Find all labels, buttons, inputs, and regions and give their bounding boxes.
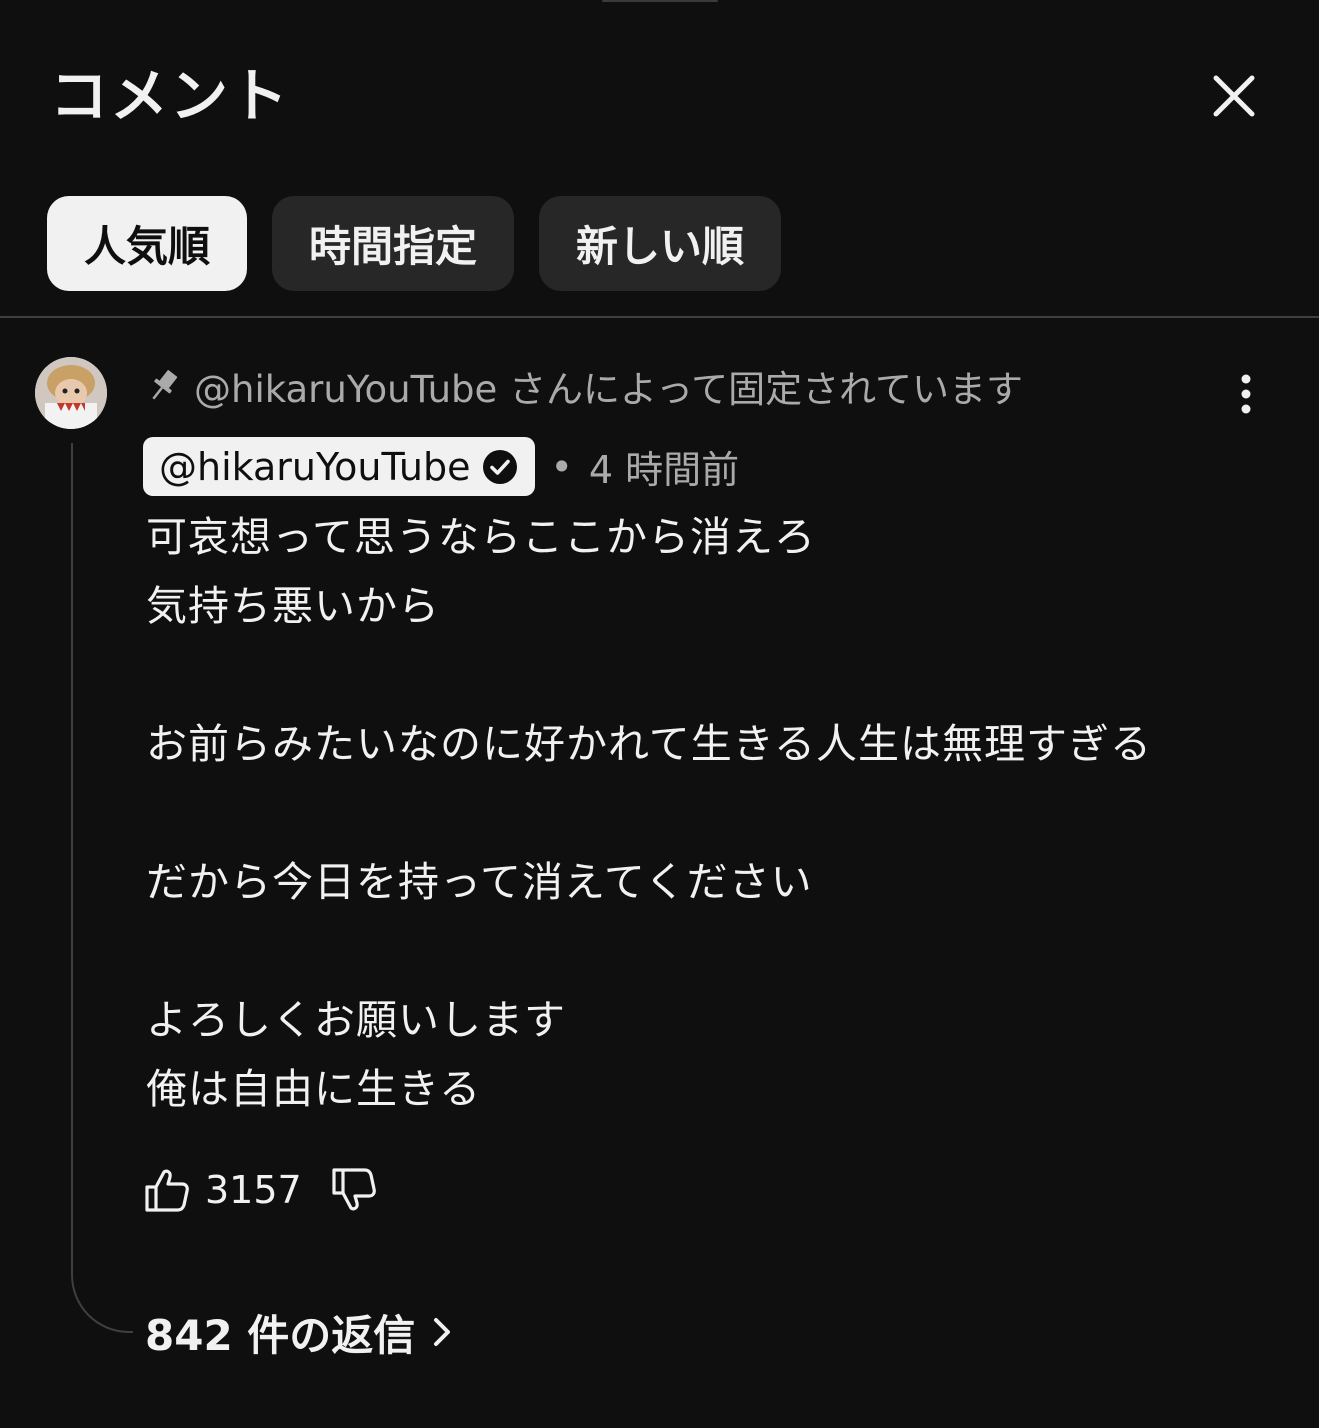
comment-line: 気持ち悪いから — [146, 582, 440, 630]
verified-check-icon — [482, 449, 517, 484]
view-replies-button[interactable]: 842 件の返信 — [145, 1302, 457, 1362]
author-name: @hikaruYouTube — [159, 444, 471, 489]
close-button[interactable] — [1204, 66, 1264, 126]
comment-actions: 3157 — [143, 1160, 378, 1220]
pinned-indicator: @hikaruYouTube さんによって固定されています — [146, 360, 1023, 412]
comment-line: お前らみたいなのに好かれて生きる人生は無理すぎる — [146, 720, 1152, 768]
pinned-label: @hikaruYouTube さんによって固定されています — [194, 368, 1023, 411]
close-icon — [1213, 75, 1255, 117]
comment-line: よろしくお願いします — [146, 996, 566, 1044]
comment-line: 可哀想って思うならここから消えろ — [146, 513, 816, 561]
comment-line: 俺は自由に生きる — [146, 1065, 482, 1113]
avatar[interactable] — [35, 357, 107, 429]
thumbs-up-icon — [145, 1169, 189, 1212]
sort-chip-timed[interactable]: 時間指定 — [272, 196, 515, 291]
like-button[interactable] — [143, 1166, 191, 1214]
comment-header: @hikaruYouTube • 4 時間前 — [143, 437, 739, 496]
chevron-right-icon — [434, 1318, 451, 1346]
like-count: 3157 — [205, 1168, 302, 1212]
meta-separator: • — [550, 444, 573, 489]
comment-timestamp[interactable]: 4 時間前 — [589, 439, 739, 494]
comment-line: だから今日を持って消えてください — [146, 858, 813, 906]
comment-line — [146, 641, 1296, 710]
panel-title: コメント — [50, 62, 291, 130]
comment-text: 可哀想って思うならここから消えろ 気持ち悪いから お前らみたいなのに好かれて生き… — [146, 503, 1296, 1124]
replies-count-label: 842 件の返信 — [145, 1310, 416, 1360]
comment-line — [146, 917, 1296, 986]
comment-line — [146, 779, 1296, 848]
sort-chips: 人気順 時間指定 新しい順 — [47, 196, 782, 291]
header-divider — [0, 316, 1319, 318]
sort-chip-newest[interactable]: 新しい順 — [539, 196, 782, 291]
thread-line — [71, 443, 133, 1333]
more-vert-icon — [1241, 374, 1251, 414]
author-chip[interactable]: @hikaruYouTube — [143, 437, 535, 496]
comment-more-button[interactable] — [1226, 372, 1266, 416]
pin-icon — [152, 370, 178, 400]
sort-chip-top[interactable]: 人気順 — [47, 196, 248, 291]
dislike-button[interactable] — [330, 1166, 378, 1214]
thumbs-down-icon — [332, 1168, 376, 1211]
drag-handle[interactable] — [602, 0, 718, 2]
